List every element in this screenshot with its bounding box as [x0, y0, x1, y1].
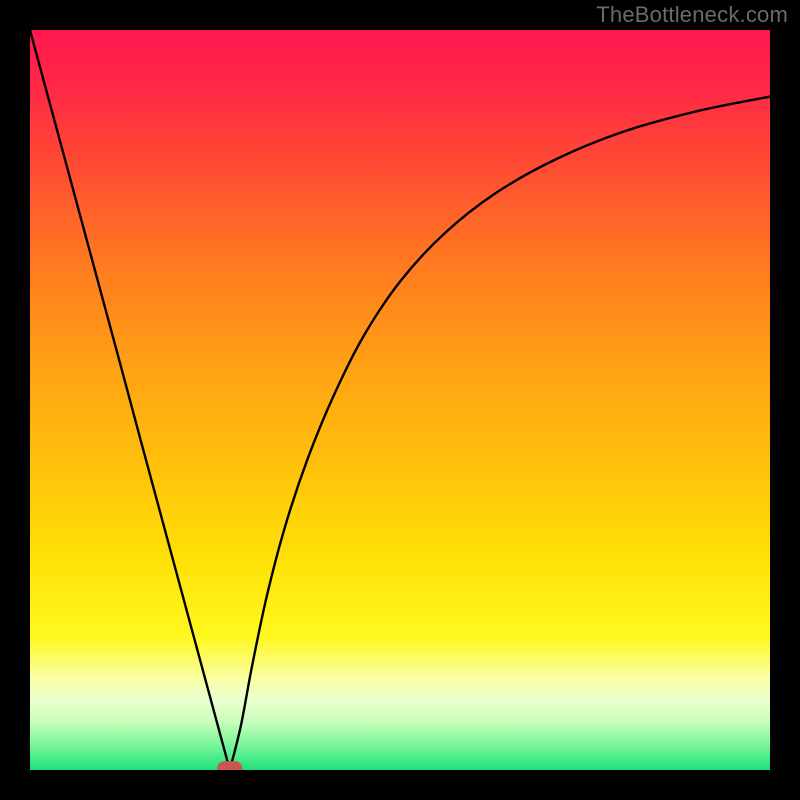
current-point-marker: [217, 761, 242, 770]
watermark-text: TheBottleneck.com: [596, 2, 788, 28]
plot-area: [30, 30, 770, 770]
chart-svg: [30, 30, 770, 770]
chart-frame: TheBottleneck.com: [0, 0, 800, 800]
gradient-rect: [30, 30, 770, 770]
